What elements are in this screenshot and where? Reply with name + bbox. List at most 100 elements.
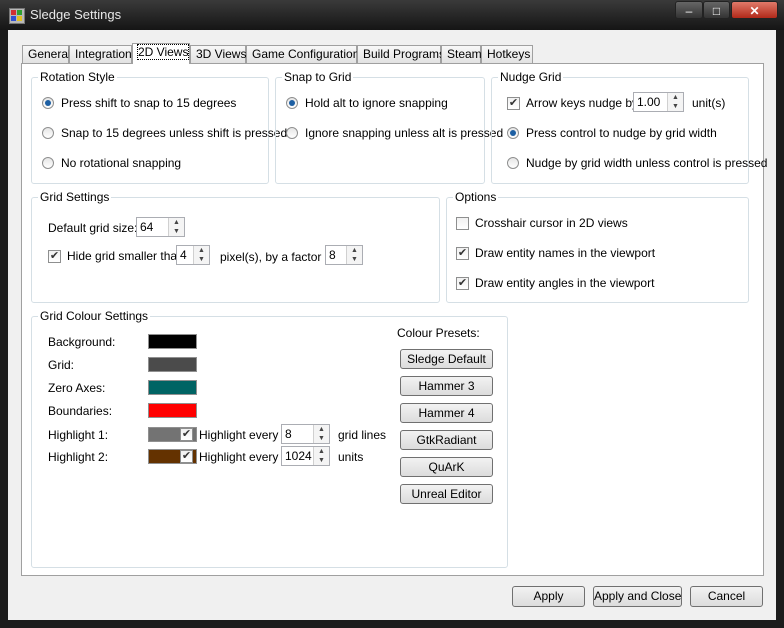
- stepper-up-icon[interactable]: ▲: [314, 447, 329, 456]
- stepper-value[interactable]: 1024: [285, 449, 312, 463]
- options-group: Options Crosshair cursor in 2D views ✔ D…: [446, 190, 749, 303]
- app-icon: [9, 8, 25, 24]
- highlight2-suffix: units: [338, 450, 364, 464]
- tab-label: 3D Views: [196, 47, 247, 61]
- entity-angles-checkbox[interactable]: ✔: [456, 277, 469, 290]
- radio-label[interactable]: Press control to nudge by grid width: [526, 126, 717, 140]
- grid-swatch[interactable]: [148, 357, 197, 372]
- radio-label[interactable]: Press shift to snap to 15 degrees: [61, 96, 236, 110]
- dialog-client: General Integration 2D Views 3D Views Ga…: [8, 30, 776, 620]
- zero-axes-swatch[interactable]: [148, 380, 197, 395]
- stepper-up-icon[interactable]: ▲: [194, 246, 209, 255]
- arrow-keys-nudge-checkbox[interactable]: ✔: [507, 97, 520, 110]
- stepper-value[interactable]: 1.00: [637, 95, 660, 109]
- stepper-value[interactable]: 8: [329, 248, 336, 262]
- stepper-value[interactable]: 4: [180, 248, 187, 262]
- stepper-arrows[interactable]: ▲ ▼: [313, 447, 329, 465]
- highlight2-stepper[interactable]: 1024 ▲ ▼: [281, 446, 330, 466]
- boundaries-swatch[interactable]: [148, 403, 197, 418]
- radio-label[interactable]: Hold alt to ignore snapping: [305, 96, 448, 110]
- tab-page-2d-views: Rotation Style Press shift to snap to 15…: [21, 63, 767, 576]
- hide-grid-stepper[interactable]: 4 ▲ ▼: [176, 245, 210, 265]
- radio-snap-unless-shift[interactable]: [42, 127, 54, 139]
- rotation-style-group: Rotation Style Press shift to snap to 15…: [31, 70, 287, 184]
- stepper-value[interactable]: 8: [285, 427, 292, 441]
- stepper-arrows[interactable]: ▲ ▼: [193, 246, 209, 264]
- tab-label: General: [28, 47, 71, 61]
- maximize-button[interactable]: □: [703, 1, 730, 19]
- radio-control-nudge[interactable]: [507, 127, 519, 139]
- stepper-arrows[interactable]: ▲ ▼: [667, 93, 683, 111]
- stepper-down-icon[interactable]: ▼: [194, 255, 209, 264]
- radio-label[interactable]: Snap to 15 degrees unless shift is press…: [61, 126, 287, 140]
- hide-grid-checkbox[interactable]: ✔: [48, 250, 61, 263]
- entity-names-checkbox[interactable]: ✔: [456, 247, 469, 260]
- title-bar[interactable]: Sledge Settings – □ ✕: [0, 0, 784, 30]
- apply-and-close-button[interactable]: Apply and Close: [593, 586, 682, 607]
- colour-label: Highlight 2:: [48, 450, 109, 464]
- tab-steam[interactable]: Steam: [441, 45, 482, 63]
- tab-hotkeys[interactable]: Hotkeys: [481, 45, 533, 63]
- minimize-button[interactable]: –: [675, 1, 703, 19]
- stepper-down-icon[interactable]: ▼: [314, 456, 329, 465]
- tab-label: Build Programs: [363, 47, 446, 61]
- stepper-arrows[interactable]: ▲ ▼: [346, 246, 362, 264]
- radio-no-snapping[interactable]: [42, 157, 54, 169]
- highlight1-checkbox[interactable]: ✔: [180, 428, 193, 441]
- tab-integration[interactable]: Integration: [69, 45, 132, 63]
- crosshair-checkbox[interactable]: [456, 217, 469, 230]
- stepper-down-icon[interactable]: ▼: [314, 434, 329, 443]
- factor-stepper[interactable]: 8 ▲ ▼: [325, 245, 363, 265]
- tab-label: 2D Views: [136, 44, 190, 60]
- group-title: Options: [453, 190, 499, 204]
- unit-label: unit(s): [692, 96, 726, 110]
- nudge-grid-group: Nudge Grid ✔ Arrow keys nudge by 1.00 ▲ ▼…: [491, 70, 767, 184]
- stepper-arrows[interactable]: ▲ ▼: [313, 425, 329, 443]
- default-grid-stepper[interactable]: 64 ▲ ▼: [136, 217, 185, 237]
- tab-game-configurations[interactable]: Game Configurations: [246, 45, 365, 63]
- stepper-value[interactable]: 64: [140, 220, 153, 234]
- preset-gtkradiant-button[interactable]: GtkRadiant: [400, 430, 493, 450]
- nudge-amount-stepper[interactable]: 1.00 ▲ ▼: [633, 92, 684, 112]
- group-title: Grid Colour Settings: [38, 309, 151, 323]
- tab-general[interactable]: General: [22, 45, 71, 63]
- radio-ignore-unless-alt[interactable]: [286, 127, 298, 139]
- checkbox-label[interactable]: Draw entity angles in the viewport: [475, 276, 654, 290]
- cancel-button[interactable]: Cancel: [690, 586, 763, 607]
- checkbox-label[interactable]: Highlight every: [199, 428, 278, 442]
- radio-nudge-unless-control[interactable]: [507, 157, 519, 169]
- radio-hold-alt[interactable]: [286, 97, 298, 109]
- stepper-down-icon[interactable]: ▼: [347, 255, 362, 264]
- checkbox-label[interactable]: Hide grid smaller than: [67, 249, 184, 263]
- stepper-up-icon[interactable]: ▲: [668, 93, 683, 102]
- close-button[interactable]: ✕: [731, 1, 778, 19]
- tab-build-programs[interactable]: Build Programs: [357, 45, 445, 63]
- radio-label[interactable]: No rotational snapping: [61, 156, 181, 170]
- preset-quark-button[interactable]: QuArK: [400, 457, 493, 477]
- checkbox-label[interactable]: Crosshair cursor in 2D views: [475, 216, 628, 230]
- tab-3d-views[interactable]: 3D Views: [190, 45, 246, 63]
- stepper-up-icon[interactable]: ▲: [347, 246, 362, 255]
- checkbox-label[interactable]: Draw entity names in the viewport: [475, 246, 655, 260]
- radio-label[interactable]: Ignore snapping unless alt is pressed: [305, 126, 503, 140]
- preset-unreal-editor-button[interactable]: Unreal Editor: [400, 484, 493, 504]
- stepper-up-icon[interactable]: ▲: [314, 425, 329, 434]
- tab-2d-views[interactable]: 2D Views: [132, 43, 190, 64]
- background-swatch[interactable]: [148, 334, 197, 349]
- checkbox-label[interactable]: Arrow keys nudge by: [526, 96, 638, 110]
- stepper-up-icon[interactable]: ▲: [169, 218, 184, 227]
- highlight1-stepper[interactable]: 8 ▲ ▼: [281, 424, 330, 444]
- tab-label: Game Configurations: [252, 47, 366, 61]
- stepper-down-icon[interactable]: ▼: [169, 227, 184, 236]
- preset-hammer4-button[interactable]: Hammer 4: [400, 403, 493, 423]
- stepper-down-icon[interactable]: ▼: [668, 102, 683, 111]
- apply-button[interactable]: Apply: [512, 586, 585, 607]
- stepper-arrows[interactable]: ▲ ▼: [168, 218, 184, 236]
- radio-label[interactable]: Nudge by grid width unless control is pr…: [526, 156, 767, 170]
- radio-snap-shift[interactable]: [42, 97, 54, 109]
- highlight2-checkbox[interactable]: ✔: [180, 450, 193, 463]
- preset-hammer3-button[interactable]: Hammer 3: [400, 376, 493, 396]
- preset-sledge-default-button[interactable]: Sledge Default: [400, 349, 493, 369]
- group-title: Grid Settings: [38, 190, 112, 204]
- checkbox-label[interactable]: Highlight every: [199, 450, 278, 464]
